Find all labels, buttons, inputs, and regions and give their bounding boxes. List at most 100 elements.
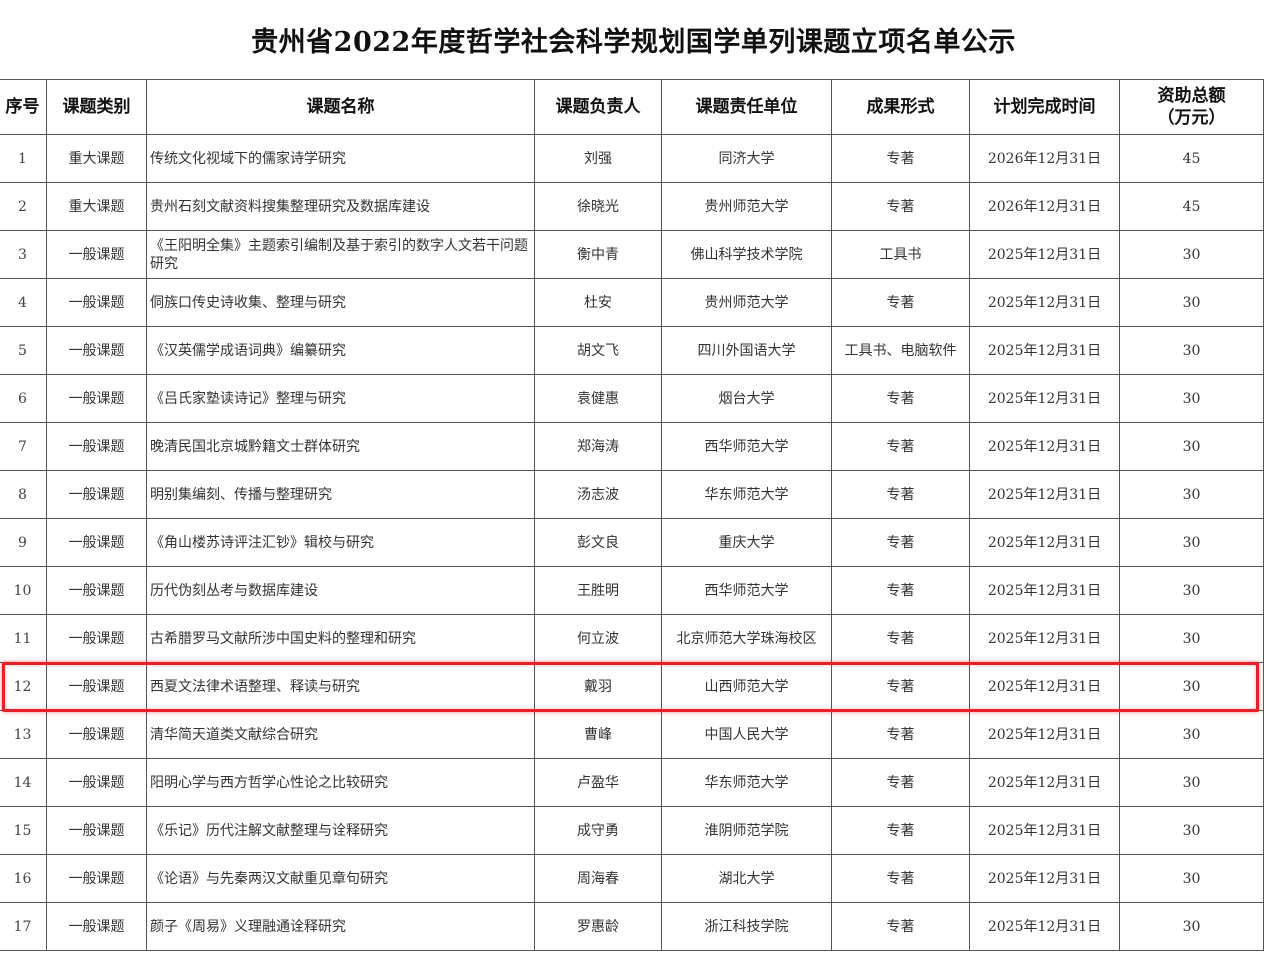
table-row: 13 一般课题 清华简天道类文献综合研究 曹峰 中国人民大学 专著 2025年12月31日 3… (0, 710, 1264, 759)
cell-form: 专著 (831, 470, 970, 519)
cell-form: 专著 (831, 134, 970, 183)
cell-funding: 30 (1119, 758, 1264, 807)
cell-funding: 30 (1119, 326, 1264, 375)
cell-category: 一般课题 (46, 902, 147, 951)
cell-deadline: 2025年12月31日 (969, 806, 1120, 855)
cell-funding: 30 (1119, 470, 1264, 519)
cell-seq: 1 (0, 134, 47, 183)
table-row: 3 一般课题 《王阳明全集》主题索引编制及基于索引的数字人文若干问题研究 衡中青 佛山科… (0, 230, 1264, 279)
cell-unit: 重庆大学 (661, 518, 832, 567)
cell-form: 专著 (831, 614, 970, 663)
cell-category: 一般课题 (46, 758, 147, 807)
cell-leader: 何立波 (534, 614, 662, 663)
cell-leader: 胡文飞 (534, 326, 662, 375)
cell-name: 侗族口传史诗收集、整理与研究 (146, 278, 535, 327)
cell-unit: 淮阴师范学院 (661, 806, 832, 855)
header-category: 课题类别 (46, 79, 147, 135)
cell-leader: 戴羽 (534, 662, 662, 711)
cell-category: 一般课题 (46, 566, 147, 615)
cell-seq: 9 (0, 518, 47, 567)
cell-name: 《角山楼苏诗评注汇钞》辑校与研究 (146, 518, 535, 567)
table-row: 16 一般课题 《论语》与先秦两汉文献重见章句研究 周海春 湖北大学 专著 2025年12月… (0, 854, 1264, 903)
cell-funding: 30 (1119, 854, 1264, 903)
cell-form: 专著 (831, 278, 970, 327)
cell-category: 一般课题 (46, 230, 147, 279)
cell-deadline: 2026年12月31日 (969, 182, 1120, 231)
cell-name: 历代伪刻丛考与数据库建设 (146, 566, 535, 615)
cell-category: 一般课题 (46, 614, 147, 663)
table-header-row: 序号 课题类别 课题名称 课题负责人 课题责任单位 成果形式 计划完成时间 资助… (0, 79, 1264, 135)
table-row: 4 一般课题 侗族口传史诗收集、整理与研究 杜安 贵州师范大学 专著 2025年12月31日… (0, 278, 1264, 327)
table-row: 10 一般课题 历代伪刻丛考与数据库建设 王胜明 西华师范大学 专著 2025年12月31日… (0, 566, 1264, 615)
cell-form: 专著 (831, 518, 970, 567)
table-row: 1 重大课题 传统文化视域下的儒家诗学研究 刘强 同济大学 专著 2026年12月31日 45 (0, 134, 1264, 183)
cell-name: 古希腊罗马文献所涉中国史料的整理和研究 (146, 614, 535, 663)
header-funding-line2: （万元） (1157, 108, 1226, 128)
cell-funding: 30 (1119, 902, 1264, 951)
cell-leader: 王胜明 (534, 566, 662, 615)
project-table: 序号 课题类别 课题名称 课题负责人 课题责任单位 成果形式 计划完成时间 资助… (0, 79, 1264, 951)
cell-deadline: 2025年12月31日 (969, 278, 1120, 327)
cell-leader: 衡中青 (534, 230, 662, 279)
cell-seq: 4 (0, 278, 47, 327)
cell-name: 阳明心学与西方哲学心性论之比较研究 (146, 758, 535, 807)
cell-seq: 11 (0, 614, 47, 663)
cell-seq: 8 (0, 470, 47, 519)
cell-form: 专著 (831, 566, 970, 615)
cell-seq: 17 (0, 902, 47, 951)
cell-funding: 30 (1119, 710, 1264, 759)
cell-name: 清华简天道类文献综合研究 (146, 710, 535, 759)
cell-seq: 15 (0, 806, 47, 855)
cell-form: 专著 (831, 902, 970, 951)
cell-seq: 5 (0, 326, 47, 375)
cell-category: 一般课题 (46, 278, 147, 327)
cell-form: 工具书、电脑软件 (831, 326, 970, 375)
cell-unit: 中国人民大学 (661, 710, 832, 759)
cell-seq: 3 (0, 230, 47, 279)
cell-seq: 6 (0, 374, 47, 423)
cell-deadline: 2025年12月31日 (969, 230, 1120, 279)
cell-leader: 徐晓光 (534, 182, 662, 231)
header-funding: 资助总额 （万元） (1119, 79, 1264, 135)
table-row: 8 一般课题 明别集编刻、传播与整理研究 汤志波 华东师范大学 专著 2025年12月31日… (0, 470, 1264, 519)
header-leader: 课题负责人 (534, 79, 662, 135)
cell-unit: 佛山科学技术学院 (661, 230, 832, 279)
cell-category: 重大课题 (46, 182, 147, 231)
cell-deadline: 2025年12月31日 (969, 662, 1120, 711)
cell-category: 一般课题 (46, 518, 147, 567)
table-row: 5 一般课题 《汉英儒学成语词典》编纂研究 胡文飞 四川外国语大学 工具书、电脑软件 202… (0, 326, 1264, 375)
cell-name: 晚清民国北京城黔籍文士群体研究 (146, 422, 535, 471)
cell-unit: 湖北大学 (661, 854, 832, 903)
cell-unit: 四川外国语大学 (661, 326, 832, 375)
cell-form: 专著 (831, 662, 970, 711)
cell-category: 重大课题 (46, 134, 147, 183)
cell-deadline: 2025年12月31日 (969, 326, 1120, 375)
cell-seq: 12 (0, 662, 47, 711)
cell-form: 专著 (831, 854, 970, 903)
cell-unit: 浙江科技学院 (661, 902, 832, 951)
cell-deadline: 2025年12月31日 (969, 470, 1120, 519)
cell-category: 一般课题 (46, 662, 147, 711)
cell-category: 一般课题 (46, 854, 147, 903)
cell-form: 专著 (831, 422, 970, 471)
cell-leader: 周海春 (534, 854, 662, 903)
cell-seq: 2 (0, 182, 47, 231)
cell-seq: 13 (0, 710, 47, 759)
table-row: 17 一般课题 颜子《周易》义理融通诠释研究 罗惠龄 浙江科技学院 专著 2025年12月3… (0, 902, 1264, 951)
cell-leader: 卢盈华 (534, 758, 662, 807)
cell-category: 一般课题 (46, 710, 147, 759)
cell-deadline: 2025年12月31日 (969, 566, 1120, 615)
cell-deadline: 2025年12月31日 (969, 902, 1120, 951)
cell-deadline: 2025年12月31日 (969, 614, 1120, 663)
cell-unit: 西华师范大学 (661, 566, 832, 615)
page-title: 贵州省2022年度哲学社会科学规划国学单列课题立项名单公示 (251, 27, 1016, 58)
cell-name: 颜子《周易》义理融通诠释研究 (146, 902, 535, 951)
cell-funding: 30 (1119, 230, 1264, 279)
cell-unit: 烟台大学 (661, 374, 832, 423)
cell-leader: 曹峰 (534, 710, 662, 759)
cell-deadline: 2025年12月31日 (969, 710, 1120, 759)
cell-funding: 30 (1119, 422, 1264, 471)
cell-name: 《论语》与先秦两汉文献重见章句研究 (146, 854, 535, 903)
cell-form: 专著 (831, 182, 970, 231)
cell-seq: 7 (0, 422, 47, 471)
